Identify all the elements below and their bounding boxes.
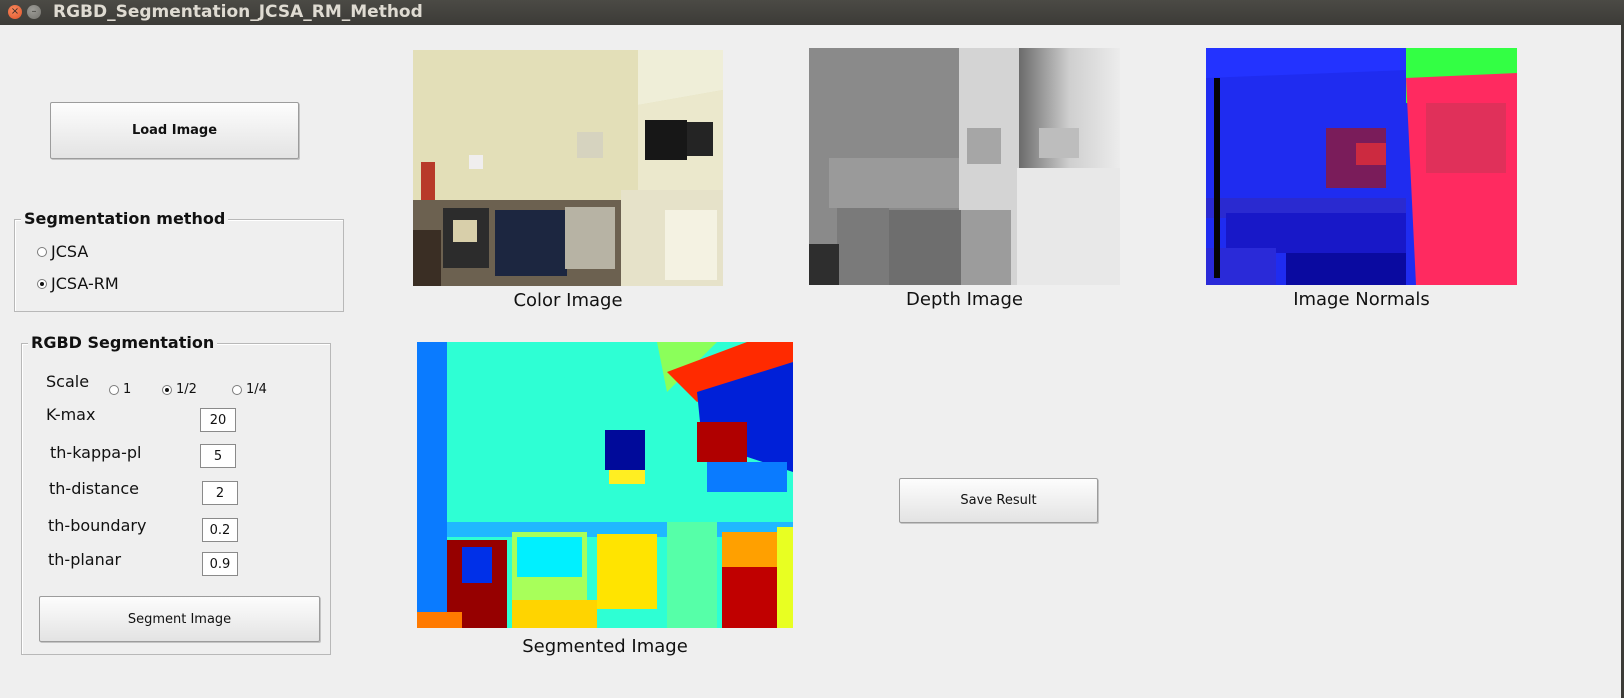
segment-image-button[interactable]: Segment Image <box>39 596 320 642</box>
th-kappa-pl-label: th-kappa-pl <box>50 443 142 462</box>
segmented-image-caption: Segmented Image <box>522 636 688 657</box>
radio-label: 1/2 <box>176 382 197 397</box>
radio-label: 1 <box>123 382 132 397</box>
th-boundary-label: th-boundary <box>48 516 147 535</box>
window-titlebar: × – RGBD_Segmentation_JCSA_RM_Method <box>0 0 1624 25</box>
radio-icon[interactable] <box>109 384 119 395</box>
radio-label: JCSA-RM <box>51 274 119 293</box>
minimize-icon[interactable]: – <box>27 5 41 19</box>
rgbd-segmentation-title: RGBD Segmentation <box>28 333 218 352</box>
th-distance-input[interactable] <box>202 481 238 505</box>
segmentation-method-group: Segmentation method JCSA JCSA-RM <box>14 209 344 312</box>
normals-image <box>1206 48 1517 285</box>
th-boundary-input[interactable] <box>202 518 238 542</box>
radio-label: JCSA <box>51 242 89 261</box>
th-planar-input[interactable] <box>202 552 238 576</box>
k-max-label: K-max <box>46 405 96 424</box>
depth-image <box>809 48 1120 285</box>
segmentation-method-title: Segmentation method <box>21 209 229 228</box>
color-image <box>413 50 723 286</box>
close-icon[interactable]: × <box>8 5 22 19</box>
k-max-input[interactable] <box>200 408 236 432</box>
save-result-button[interactable]: Save Result <box>899 478 1098 523</box>
radio-jcsa-rm[interactable]: JCSA-RM <box>37 274 119 293</box>
color-image-caption: Color Image <box>513 290 623 311</box>
th-planar-label: th-planar <box>48 550 122 569</box>
scale-radio-half[interactable]: 1/2 <box>162 382 197 397</box>
th-kappa-pl-input[interactable] <box>200 444 236 468</box>
segmented-image <box>417 342 793 628</box>
radio-icon[interactable] <box>37 246 47 257</box>
depth-image-caption: Depth Image <box>906 289 1023 310</box>
load-image-button[interactable]: Load Image <box>50 102 299 159</box>
scale-radio-1[interactable]: 1 <box>109 382 131 397</box>
radio-jcsa[interactable]: JCSA <box>37 242 88 261</box>
radio-label: 1/4 <box>246 382 267 397</box>
radio-icon-selected[interactable] <box>162 384 172 395</box>
rgbd-segmentation-group: RGBD Segmentation Scale 1 1/2 1/4 K-max … <box>21 333 331 655</box>
normals-image-caption: Image Normals <box>1293 289 1430 310</box>
scale-radio-quarter[interactable]: 1/4 <box>232 382 267 397</box>
window-title: RGBD_Segmentation_JCSA_RM_Method <box>53 2 423 22</box>
radio-icon-selected[interactable] <box>37 278 47 289</box>
th-distance-label: th-distance <box>49 479 139 498</box>
scale-label: Scale <box>46 372 90 391</box>
radio-icon[interactable] <box>232 384 242 395</box>
